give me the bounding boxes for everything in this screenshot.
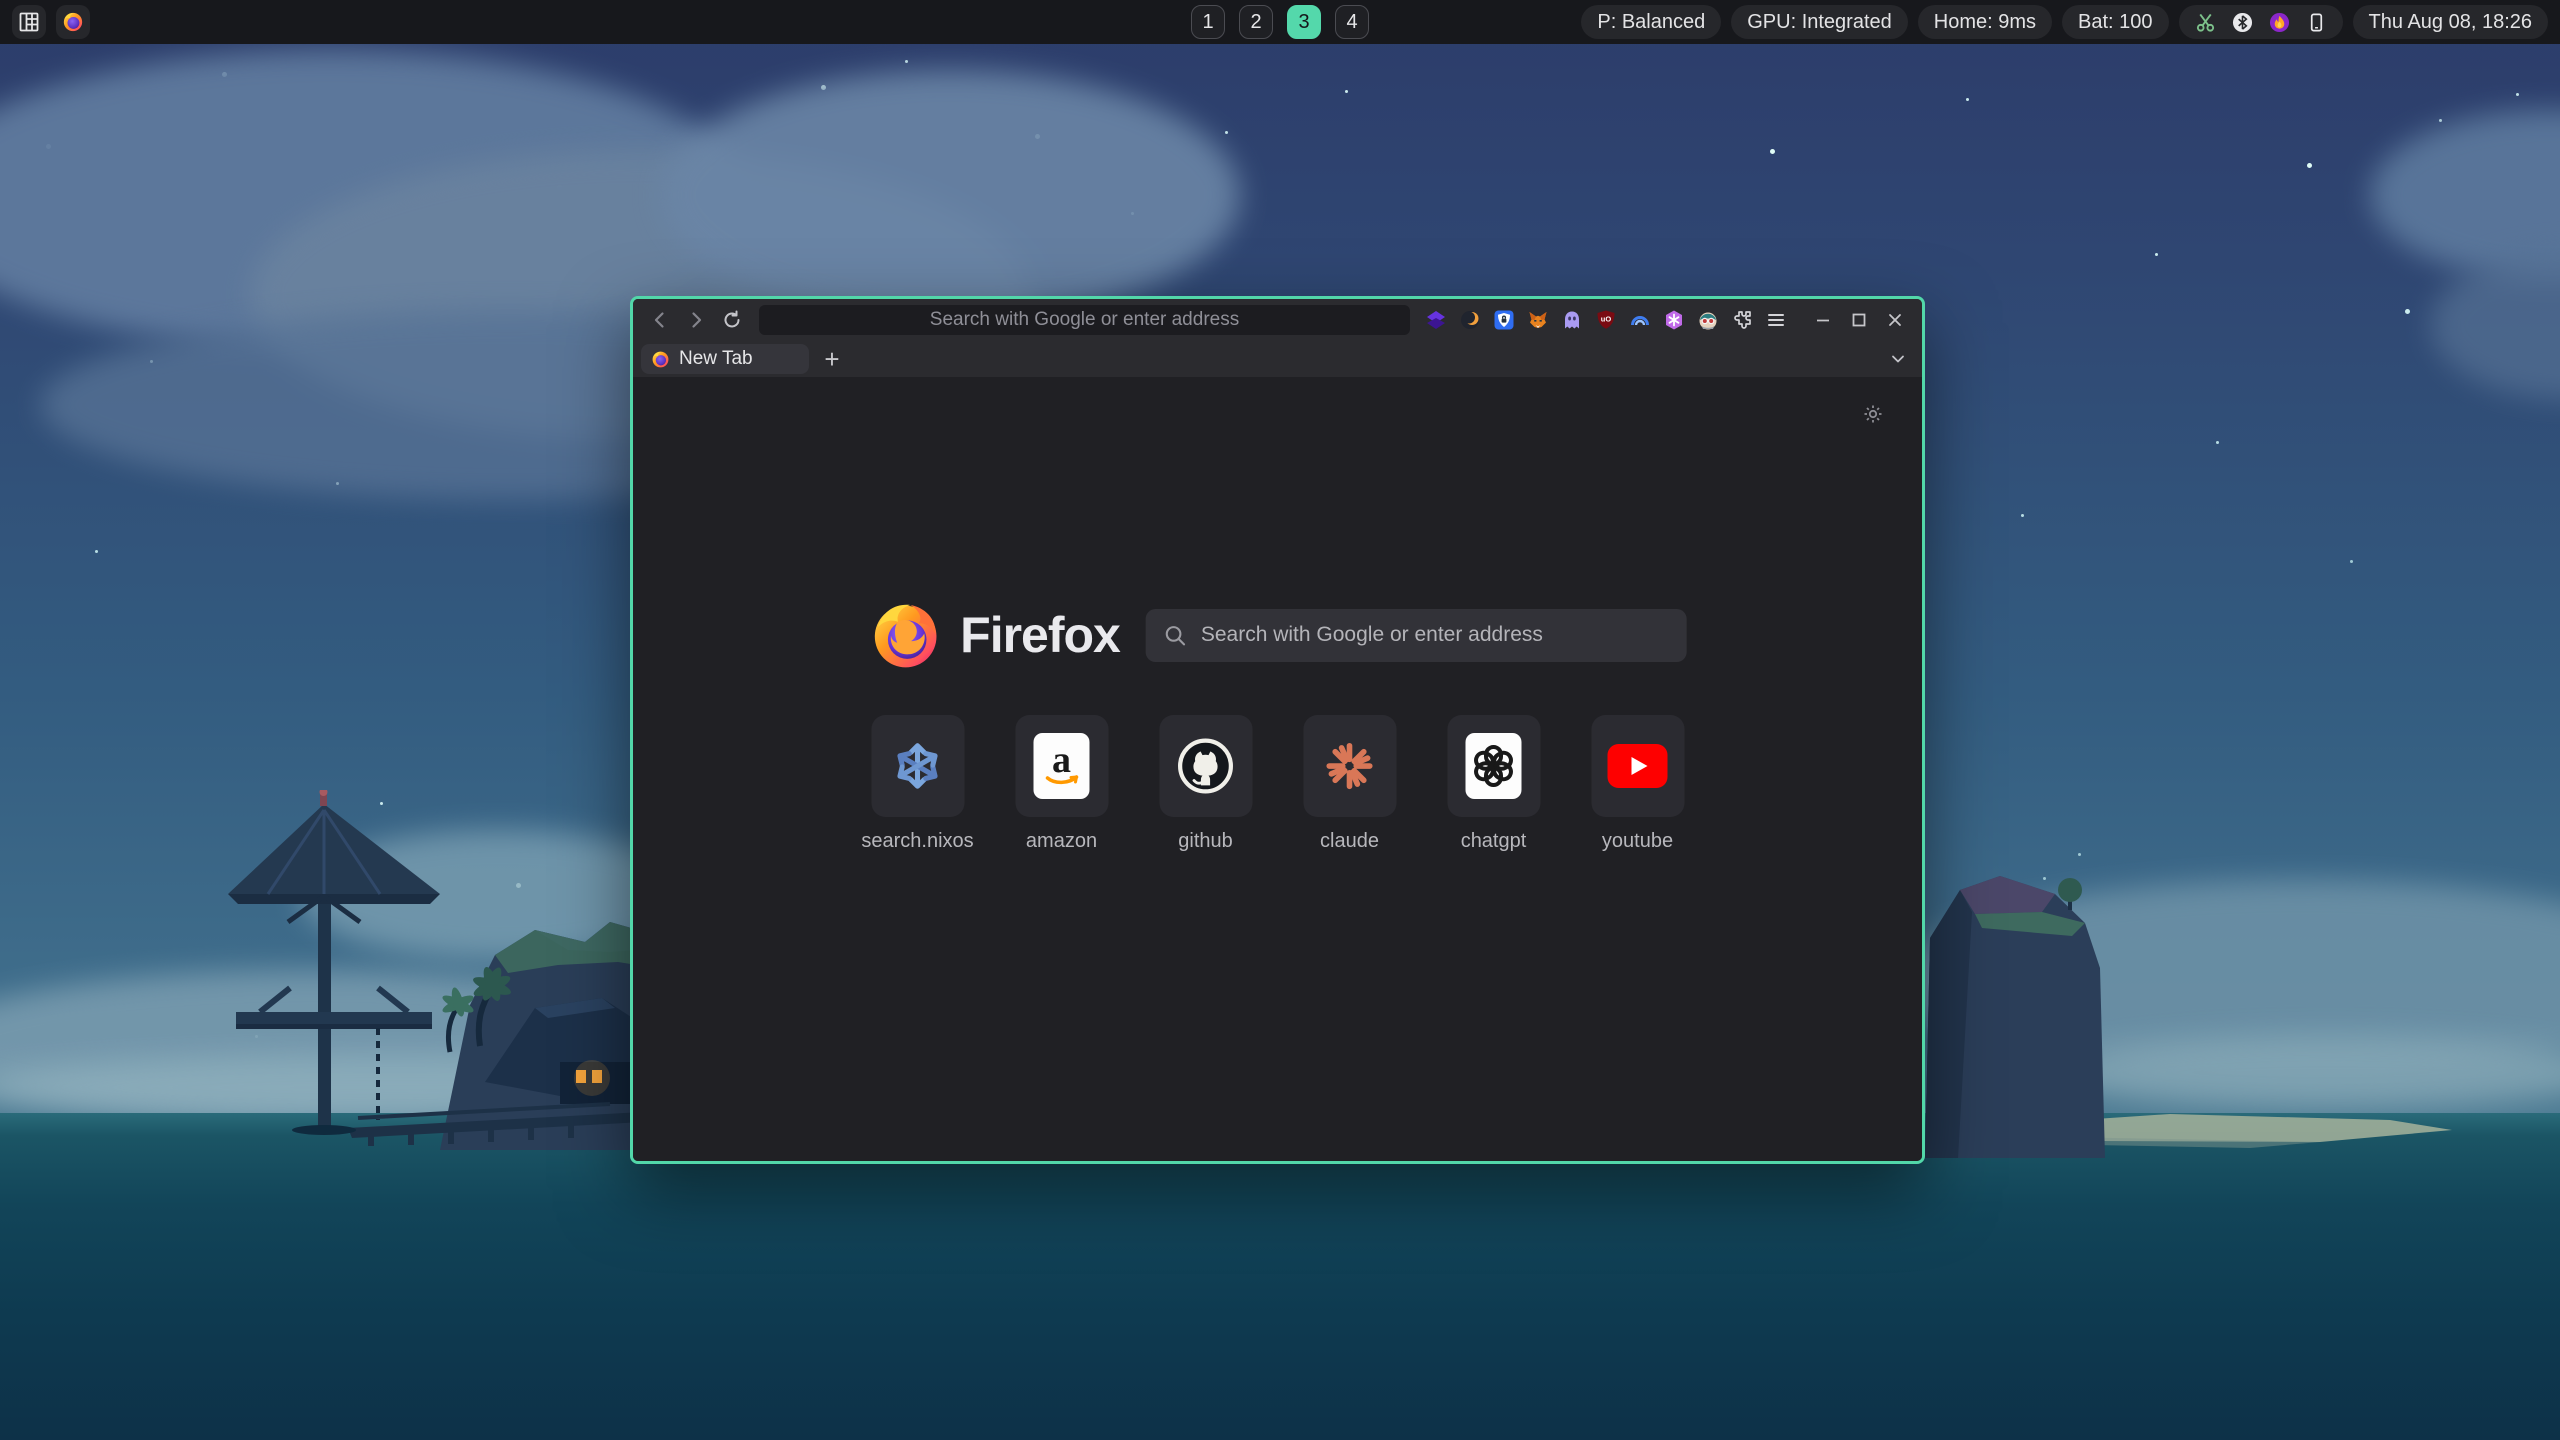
shortcuts-row: search.nixos a amazon xyxy=(871,715,1684,853)
new-tab-page: Firefox Search with Google or enter addr… xyxy=(633,377,1922,1161)
active-tab[interactable]: New Tab xyxy=(641,344,809,374)
maximize-icon xyxy=(1851,312,1867,328)
shortcut-tile xyxy=(1447,715,1540,817)
shortcut-tile xyxy=(871,715,964,817)
newtab-search-field[interactable]: Search with Google or enter address xyxy=(1146,609,1687,662)
tab-title: New Tab xyxy=(679,348,753,370)
metamask-fox-extension-icon[interactable] xyxy=(1522,305,1554,335)
shortcut-claude[interactable]: claude xyxy=(1303,715,1396,853)
shortcut-tile xyxy=(1303,715,1396,817)
ghostery-ghost-extension-icon[interactable] xyxy=(1556,305,1588,335)
navigation-toolbar: Search with Google or enter address xyxy=(633,299,1922,341)
tab-favicon-firefox-icon xyxy=(651,350,670,369)
cloud xyxy=(660,70,1240,320)
firefox-wordmark: Firefox xyxy=(960,606,1120,664)
firefox-branding-row: Firefox Search with Google or enter addr… xyxy=(868,597,1687,673)
status-bar: 1 2 3 4 P: Balanced GPU: Integrated Home… xyxy=(0,0,2560,44)
apps-grid-icon xyxy=(19,12,39,32)
island-watchtower-silhouette xyxy=(140,790,680,1150)
orange-swirl-extension-icon[interactable] xyxy=(1454,305,1486,335)
close-icon xyxy=(1887,312,1903,328)
new-tab-button[interactable]: + xyxy=(817,344,847,374)
nixos-snowflake-icon xyxy=(891,739,945,793)
github-octocat-icon xyxy=(1177,737,1235,795)
personalize-settings-button[interactable] xyxy=(1860,401,1886,427)
network-latency-status[interactable]: Home: 9ms xyxy=(1918,5,2052,39)
shortcut-label: amazon xyxy=(1026,830,1097,853)
status-group: P: Balanced GPU: Integrated Home: 9ms Ba… xyxy=(1581,5,2548,39)
claude-starburst-icon xyxy=(1323,739,1377,793)
amazon-icon: a xyxy=(1034,733,1090,799)
shortcut-amazon[interactable]: a amazon xyxy=(1015,715,1108,853)
power-profile-status[interactable]: P: Balanced xyxy=(1581,5,1721,39)
reload-button[interactable] xyxy=(715,304,749,336)
flame-icon[interactable] xyxy=(2269,12,2290,33)
close-button[interactable] xyxy=(1878,305,1912,335)
workspace-3-active[interactable]: 3 xyxy=(1287,5,1321,39)
shortcut-chatgpt[interactable]: chatgpt xyxy=(1447,715,1540,853)
tab-bar: New Tab + xyxy=(633,341,1922,377)
purple-diamond-extension-icon[interactable] xyxy=(1420,305,1452,335)
minimize-button[interactable] xyxy=(1806,305,1840,335)
hexagon-snowflake-extension-icon[interactable] xyxy=(1658,305,1690,335)
cliff-island-silhouette xyxy=(1920,868,2560,1158)
shortcut-label: github xyxy=(1178,830,1233,853)
maximize-button[interactable] xyxy=(1842,305,1876,335)
openai-knot-icon xyxy=(1466,733,1522,799)
back-icon xyxy=(650,310,670,330)
youtube-play-icon xyxy=(1608,744,1668,788)
svg-text:uO: uO xyxy=(1601,315,1612,324)
shortcut-label: claude xyxy=(1320,830,1379,853)
scissors-icon[interactable] xyxy=(2195,12,2216,33)
system-tray xyxy=(2179,5,2343,39)
hamburger-menu-icon xyxy=(1766,310,1786,330)
ublock-origin-extension-icon[interactable]: uO xyxy=(1590,305,1622,335)
chevron-down-icon xyxy=(1889,350,1907,368)
workspace-switcher: 1 2 3 4 xyxy=(1191,5,1369,39)
forward-icon xyxy=(686,310,706,330)
reload-icon xyxy=(722,310,742,330)
shortcut-search-nixos[interactable]: search.nixos xyxy=(871,715,964,853)
battery-status[interactable]: Bat: 100 xyxy=(2062,5,2169,39)
shortcut-youtube[interactable]: youtube xyxy=(1591,715,1684,853)
clock[interactable]: Thu Aug 08, 18:26 xyxy=(2353,5,2548,39)
firefox-window: Search with Google or enter address xyxy=(630,296,1925,1164)
password-shield-extension-icon[interactable] xyxy=(1488,305,1520,335)
list-all-tabs-button[interactable] xyxy=(1882,344,1914,374)
shortcut-label: chatgpt xyxy=(1461,830,1527,853)
phone-icon[interactable] xyxy=(2306,12,2327,33)
shortcut-label: search.nixos xyxy=(861,830,973,853)
back-button[interactable] xyxy=(643,304,677,336)
forward-button[interactable] xyxy=(679,304,713,336)
shortcut-tile xyxy=(1159,715,1252,817)
svg-text:a: a xyxy=(1052,740,1071,781)
vpn-arc-extension-icon[interactable] xyxy=(1624,305,1656,335)
shortcut-label: youtube xyxy=(1602,830,1673,853)
apps-launcher-button[interactable] xyxy=(12,5,46,39)
firefox-logo xyxy=(868,597,942,673)
newtab-search-placeholder: Search with Google or enter address xyxy=(1201,623,1543,647)
extensions-puzzle-icon[interactable] xyxy=(1726,305,1758,335)
workspace-4[interactable]: 4 xyxy=(1335,5,1369,39)
app-menu-button[interactable] xyxy=(1760,305,1792,335)
gear-icon xyxy=(1861,402,1885,426)
launcher-group xyxy=(12,5,90,39)
gpu-status[interactable]: GPU: Integrated xyxy=(1731,5,1908,39)
workspace-1[interactable]: 1 xyxy=(1191,5,1225,39)
shortcut-tile: a xyxy=(1015,715,1108,817)
firefox-launcher-button[interactable] xyxy=(56,5,90,39)
disguise-face-extension-icon[interactable] xyxy=(1692,305,1724,335)
search-icon xyxy=(1164,624,1187,647)
minimize-icon xyxy=(1815,312,1831,328)
bluetooth-icon[interactable] xyxy=(2232,12,2253,33)
url-bar[interactable]: Search with Google or enter address xyxy=(759,305,1410,335)
workspace-2[interactable]: 2 xyxy=(1239,5,1273,39)
firefox-icon xyxy=(62,11,84,33)
shortcut-github[interactable]: github xyxy=(1159,715,1252,853)
url-bar-placeholder: Search with Google or enter address xyxy=(930,309,1239,331)
shortcut-tile xyxy=(1591,715,1684,817)
